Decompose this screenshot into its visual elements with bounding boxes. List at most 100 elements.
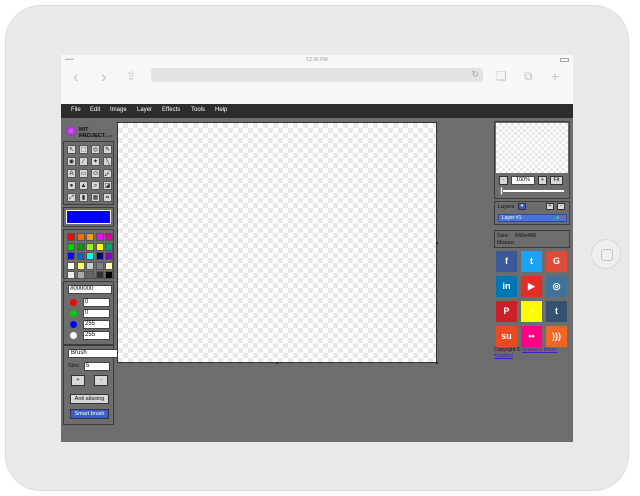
home-button[interactable] — [591, 239, 621, 269]
brush-icon[interactable]: 🖌 — [103, 169, 112, 178]
menu-edit[interactable]: Edit — [90, 107, 100, 113]
lasso-icon[interactable]: ◎ — [91, 145, 100, 154]
pinterest-icon[interactable]: P — [496, 301, 517, 322]
pencil-icon[interactable]: ✎ — [103, 145, 112, 154]
layer-item[interactable]: Layer #1 ● ✕ — [498, 214, 567, 222]
menu-tools[interactable]: Tools — [191, 107, 205, 113]
smart-brush-button[interactable]: Smart brush — [70, 409, 109, 419]
rss-icon[interactable]: ))) — [546, 326, 567, 347]
tabs-icon[interactable]: ⧉ — [524, 70, 533, 82]
gradient-icon[interactable]: ▮ — [79, 193, 88, 202]
tumblr-icon[interactable]: t — [546, 301, 567, 322]
crop-icon[interactable]: ⌗ — [103, 193, 112, 202]
palette-swatch[interactable] — [86, 252, 94, 260]
fill-bucket-icon[interactable]: ◉ — [67, 157, 76, 166]
palette-swatch[interactable] — [95, 271, 104, 279]
drop-icon[interactable]: ● — [67, 181, 76, 190]
rectangle-icon[interactable]: ▭ — [79, 169, 88, 178]
palette-swatch[interactable] — [67, 271, 75, 279]
brush-type-select[interactable]: Brush ▼ — [68, 349, 124, 358]
blur-icon[interactable]: ▦ — [91, 193, 100, 202]
ellipse-icon[interactable]: ⬭ — [91, 169, 100, 178]
palette-swatch[interactable] — [86, 233, 94, 241]
clone-icon[interactable]: ⤢ — [67, 193, 76, 202]
canvas-resize-handle-corner[interactable] — [436, 362, 438, 364]
anti-aliasing-button[interactable]: Anti aliasing — [70, 394, 109, 404]
palette-swatch[interactable] — [105, 271, 113, 279]
menu-help[interactable]: Help — [215, 107, 227, 113]
menu-effects[interactable]: Effects — [162, 107, 180, 113]
drawing-canvas[interactable] — [117, 122, 437, 363]
magic-wand-icon[interactable]: ✦ — [91, 157, 100, 166]
marquee-icon[interactable]: ⬚ — [79, 145, 88, 154]
brush-size-input[interactable]: 5 — [84, 362, 110, 371]
book-icon[interactable]: ❑ — [496, 70, 507, 82]
palette-swatch[interactable] — [95, 252, 104, 260]
reload-icon[interactable]: ↻ — [471, 69, 479, 80]
palette-swatch[interactable] — [76, 261, 85, 270]
twitter-icon[interactable]: t — [521, 251, 542, 272]
size-increase-button[interactable]: + — [71, 375, 85, 386]
chevron-right-icon[interactable]: › — [101, 67, 107, 87]
zoom-level-field[interactable]: 100% — [511, 176, 535, 185]
current-color-swatch[interactable] — [66, 210, 111, 224]
alpha-channel-input[interactable]: 255 — [83, 331, 110, 340]
google-icon[interactable]: G — [546, 251, 567, 272]
select-arrow-icon[interactable]: ↖ — [67, 145, 76, 154]
flickr-icon[interactable]: •• — [521, 326, 542, 347]
add-layer-button[interactable]: + — [546, 203, 554, 210]
palette-swatch[interactable] — [67, 233, 75, 241]
palette-swatch[interactable] — [105, 252, 113, 260]
red-channel-input[interactable]: 0 — [83, 298, 110, 307]
zoom-fit-button[interactable]: Fit — [550, 176, 563, 185]
shape-icon[interactable]: ▲ — [79, 181, 88, 190]
canvas-resize-handle-bottom[interactable] — [276, 362, 278, 364]
menu-image[interactable]: Image — [110, 107, 127, 113]
eraser-icon[interactable]: ◪ — [103, 181, 112, 190]
palette-swatch[interactable] — [105, 233, 113, 241]
menu-file[interactable]: File — [71, 107, 81, 113]
zoom-icon[interactable]: ⌕ — [91, 181, 100, 190]
layer-delete-icon[interactable]: ✕ — [561, 215, 565, 221]
layer-menu-button[interactable]: ▾ — [518, 203, 526, 210]
text-icon[interactable]: A — [67, 169, 76, 178]
chevron-left-icon[interactable]: ‹ — [73, 67, 79, 87]
youtube-icon[interactable]: ▶ — [521, 276, 542, 297]
eyedropper-icon[interactable]: ⁄ — [79, 157, 88, 166]
palette-swatch[interactable] — [86, 271, 94, 279]
menu-layer[interactable]: Layer — [137, 107, 152, 113]
palette-swatch[interactable] — [95, 261, 104, 270]
layer-settings-button[interactable]: - — [557, 203, 565, 210]
size-decrease-button[interactable]: - — [94, 375, 108, 386]
instagram-icon[interactable]: ◎ — [546, 276, 567, 297]
address-bar[interactable]: ↻ — [151, 68, 483, 82]
canvas-resize-handle-right[interactable] — [436, 242, 438, 244]
green-channel-input[interactable]: 0 — [83, 309, 110, 318]
facebook-icon[interactable]: f — [496, 251, 517, 272]
palette-swatch[interactable] — [86, 242, 94, 251]
layer-visible-icon[interactable]: ● — [556, 215, 559, 221]
palette-swatch[interactable] — [95, 242, 104, 251]
palette-swatch[interactable] — [76, 233, 85, 241]
palette-swatch[interactable] — [67, 252, 75, 260]
palette-swatch[interactable] — [105, 261, 113, 270]
plus-icon[interactable]: + — [551, 69, 559, 83]
palette-swatch[interactable] — [95, 233, 104, 241]
zoom-in-button[interactable]: + — [538, 176, 547, 185]
zoom-slider[interactable] — [500, 187, 564, 195]
line-icon[interactable]: ╲ — [103, 157, 112, 166]
linkedin-icon[interactable]: in — [496, 276, 517, 297]
palette-swatch[interactable] — [76, 271, 85, 279]
stumbleupon-icon[interactable]: su — [496, 326, 517, 347]
zoom-slider-knob[interactable] — [500, 187, 503, 195]
palette-swatch[interactable] — [105, 242, 113, 251]
palette-swatch[interactable] — [67, 242, 75, 251]
blue-channel-input[interactable]: 255 — [83, 320, 110, 329]
hex-input[interactable]: #000000 — [68, 285, 112, 294]
zoom-out-button[interactable]: - — [499, 176, 508, 185]
palette-swatch[interactable] — [86, 261, 94, 270]
snapchat-icon[interactable]: ◔ — [521, 301, 542, 322]
palette-swatch[interactable] — [67, 261, 75, 270]
share-icon[interactable]: ⇪ — [126, 70, 136, 82]
navigator-preview[interactable] — [496, 123, 568, 173]
